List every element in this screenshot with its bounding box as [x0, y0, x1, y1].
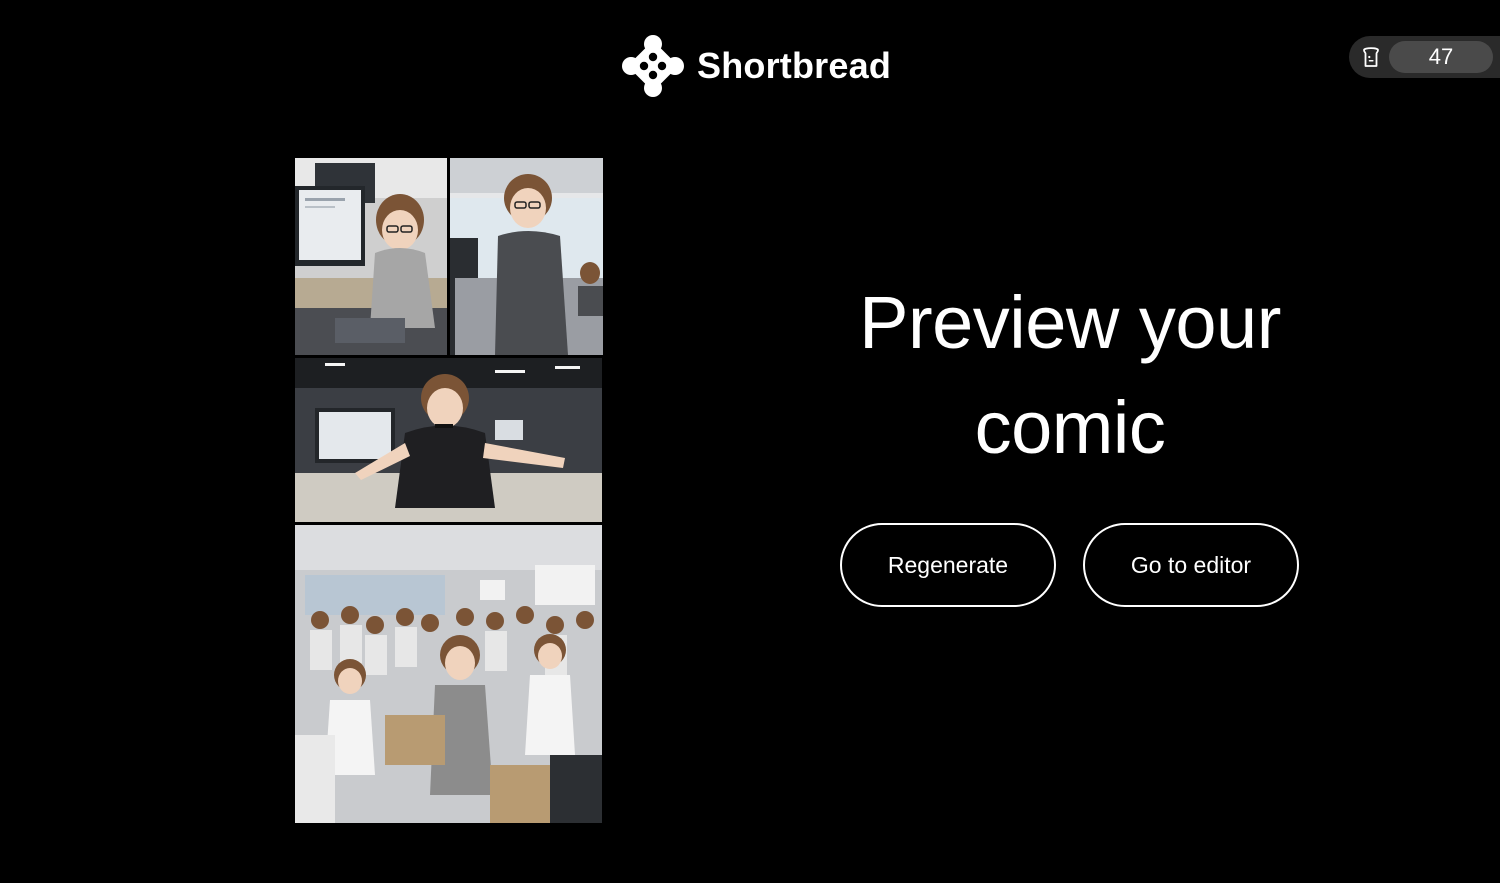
comic-panel-1	[295, 158, 447, 355]
go-to-editor-button[interactable]: Go to editor	[1083, 523, 1299, 607]
shortbread-logo-icon	[622, 35, 684, 97]
credits-count: 47	[1389, 41, 1493, 73]
page: Shortbread 47 Preview your comic Regener…	[0, 0, 1500, 883]
credits-counter[interactable]: 47	[1349, 36, 1500, 78]
app-logo[interactable]: Shortbread	[621, 34, 891, 98]
app-name: Shortbread	[697, 45, 892, 86]
regenerate-button[interactable]: Regenerate	[840, 523, 1056, 607]
comic-panel-3	[295, 358, 602, 522]
comic-preview	[295, 158, 603, 823]
comic-panel-4	[295, 525, 602, 823]
comic-panel-2	[450, 158, 603, 355]
page-title: Preview your comic	[859, 281, 1281, 469]
bread-slice-icon	[1363, 47, 1379, 67]
